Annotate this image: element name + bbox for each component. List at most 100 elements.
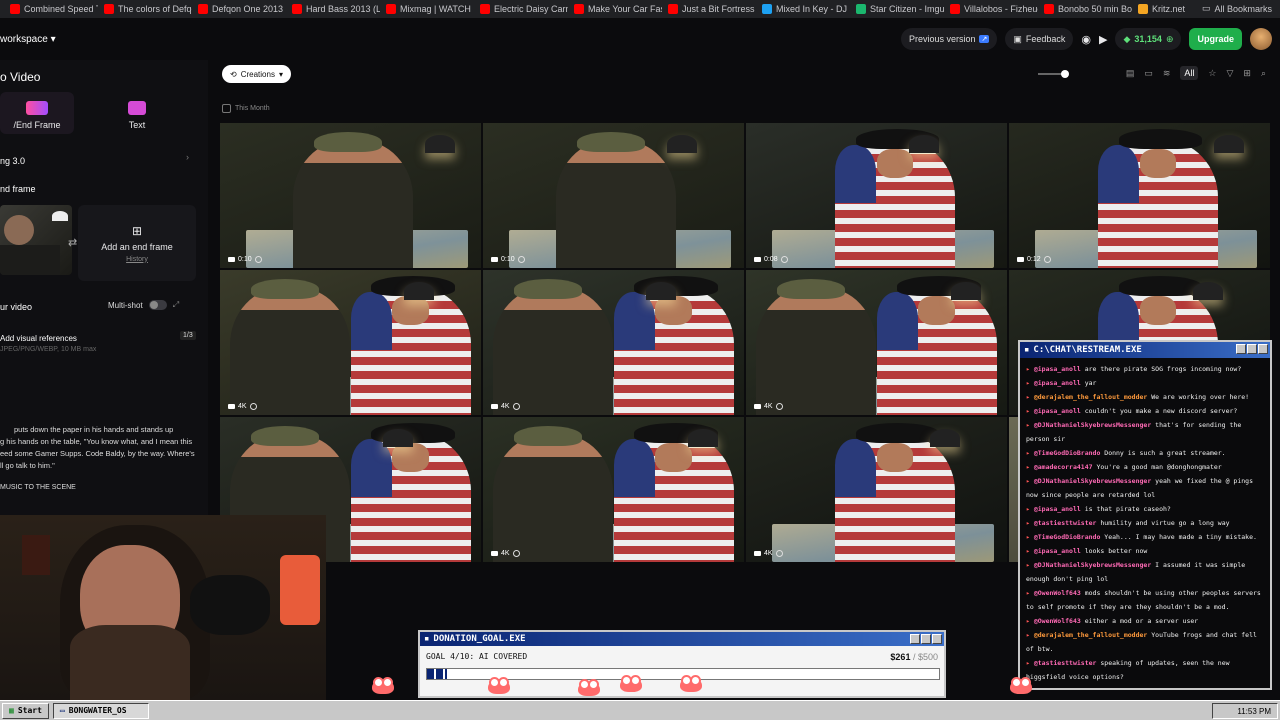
chat-titlebar[interactable]: ▪ C:\CHAT\RESTREAM.EXE [1020,342,1270,358]
bookmark-item[interactable]: Mixmag | WATCH D... [380,4,474,14]
credits-display[interactable]: ◆ 31,154 ⊕ [1115,28,1182,50]
minimize-icon[interactable] [1236,344,1246,354]
history-link[interactable]: History [126,256,148,263]
refs-formats: JPEG/PNG/WEBP, 10 MB max [0,346,97,353]
taskbar-app-button[interactable]: ▭ BONGWATER_OS [52,702,149,719]
model-logo-icon [517,256,525,263]
chat-window[interactable]: ▪ C:\CHAT\RESTREAM.EXE ▸ @ipasa_anoll ar… [1018,340,1272,690]
search-icon[interactable]: ⌕ [1261,68,1266,79]
grid-icon[interactable]: ⊞ [1243,68,1251,79]
chat-username[interactable]: @DJNathanielSkyebrewsMessenger [1034,477,1151,485]
chat-username[interactable]: @tastiesttwister [1034,659,1097,667]
multi-shot-toggle-row[interactable]: Multi-shot ⤢ [108,300,179,310]
chat-username[interactable]: @ipasa_anoll [1034,505,1081,513]
chat-username[interactable]: @DJNathanielSkyebrewsMessenger [1034,561,1151,569]
model-logo-icon [254,256,262,263]
message-arrow-icon: ▸ [1026,631,1034,639]
chat-username[interactable]: @TimeGodDioBrando [1034,533,1101,541]
chat-username[interactable]: @ipasa_anoll [1034,407,1081,415]
maximize-icon[interactable] [921,634,931,644]
avatar[interactable] [1250,28,1272,50]
card-badge-label: 0:10 [238,256,252,263]
refs-count: 1/3 [180,331,196,340]
chat-username[interactable]: @OwenWolf643 [1034,617,1081,625]
chat-username[interactable]: @derajalem_the_fallout_modder [1034,631,1148,639]
bookmark-item[interactable]: Mixed In Key - DJ S... [756,4,850,14]
chat-message: ▸ @TimeGodDioBrando Yeah... I may have m… [1026,530,1264,544]
tab-start-end-frame[interactable]: /End Frame [0,92,74,134]
gem-icon: ◆ [1123,33,1131,44]
add-end-frame-button[interactable]: ⊞ Add an end frame History [78,205,196,281]
creation-card[interactable]: 4K [483,417,744,562]
chat-username[interactable]: @amadecorra4147 [1034,463,1093,471]
tab-text[interactable]: Text [100,92,174,134]
chat-username[interactable]: @tastiesttwister [1034,519,1097,527]
minimize-icon[interactable] [910,634,920,644]
all-bookmarks[interactable]: ▭ All Bookmarks [1202,3,1272,14]
bookmark-item[interactable]: Make Your Car Fast... [568,4,662,14]
bookmark-item[interactable]: Hard Bass 2013 (Liv... [286,4,380,14]
creation-card[interactable]: 4K [220,270,481,415]
filter-all-button[interactable]: All [1180,66,1199,80]
frog-icon [372,677,394,694]
chat-username[interactable]: @OwenWolf643 [1034,589,1081,597]
bookmark-item[interactable]: Villalobos - Fizheue... [944,4,1038,14]
creation-card[interactable]: 0:10 [220,123,481,268]
creation-card[interactable]: 0:08 [746,123,1007,268]
bookmark-favicon-icon [10,4,20,14]
close-icon[interactable] [932,634,942,644]
discord-icon[interactable]: ◉ [1081,33,1091,46]
zoom-slider[interactable] [1038,70,1069,78]
chat-username[interactable]: @TimeGodDioBrando [1034,449,1101,457]
creations-dropdown[interactable]: ⟲ Creations ▾ [222,65,291,83]
bookmark-label: Hard Bass 2013 (Liv... [306,4,380,14]
creation-card[interactable]: 0:10 [483,123,744,268]
chat-username[interactable]: @DJNathanielSkyebrewsMessenger [1034,421,1151,429]
bookmark-item[interactable]: Star Citizen - Imgur [850,4,944,14]
workspace-selector[interactable]: workspace ▾ [0,34,56,45]
creation-card[interactable]: 4K [746,270,1007,415]
previous-version-button[interactable]: Previous version ↗ [900,28,998,50]
start-button[interactable]: ▦ Start [2,702,49,719]
bookmark-label: Villalobos - Fizheue... [964,4,1038,14]
chevron-down-icon: ▾ [50,34,56,45]
chat-username[interactable]: @derajalem_the_fallout_modder [1034,393,1148,401]
bookmark-item[interactable]: Electric Daisy Carniv... [474,4,568,14]
expand-icon[interactable]: ⤢ [173,300,179,310]
swap-icon[interactable]: ⇄ [68,236,77,249]
chat-message: ▸ @DJNathanielSkyebrewsMessenger I assum… [1026,558,1264,586]
star-icon[interactable]: ☆ [1208,68,1216,79]
youtube-icon[interactable]: ▶ [1099,33,1107,46]
audio-filter-icon[interactable]: ≋ [1163,68,1171,79]
generation-sidebar: o Video /End Frame Text ng 3.0 › nd fram… [0,60,208,515]
chat-username[interactable]: @ipasa_anoll [1034,547,1081,555]
bookmark-item[interactable]: Just a Bit Fortress -... [662,4,756,14]
prompt-text[interactable]: puts down the paper in his hands and sta… [0,424,200,472]
bookmark-item[interactable]: Bonobo 50 min Boil... [1038,4,1132,14]
chat-username[interactable]: @ipasa_anoll [1034,365,1081,373]
bookmark-item[interactable]: Combined Speed Tu... [4,4,98,14]
add-visual-references[interactable]: Add visual references [0,334,77,343]
chat-username[interactable]: @ipasa_anoll [1034,379,1081,387]
image-filter-icon[interactable]: ▤ [1126,68,1135,79]
select-month-checkbox[interactable] [222,104,231,113]
bookmark-item[interactable]: Defqon One 2013 H... [192,4,286,14]
model-selector[interactable]: ng 3.0 [0,156,25,166]
bookmark-label: The colors of Defqo... [118,4,192,14]
multi-shot-toggle[interactable] [148,300,167,310]
close-icon[interactable] [1258,344,1268,354]
creation-card[interactable]: 0:12 [1009,123,1270,268]
video-filter-icon[interactable]: ▭ [1144,68,1153,79]
upgrade-button[interactable]: Upgrade [1189,28,1242,50]
maximize-icon[interactable] [1247,344,1257,354]
donation-titlebar[interactable]: ▪ DONATION_GOAL.EXE [420,632,944,646]
creation-card[interactable]: 4K [746,417,1007,562]
this-month-group[interactable]: This Month [222,104,270,113]
filter-icon[interactable]: ▽ [1226,68,1233,79]
creation-card[interactable]: 4K [483,270,744,415]
message-arrow-icon: ▸ [1026,379,1034,387]
webcam-overlay [0,515,326,700]
feedback-button[interactable]: ▣ Feedback [1005,28,1074,50]
start-frame-thumbnail[interactable] [0,205,72,275]
bookmark-item[interactable]: The colors of Defqo... [98,4,192,14]
